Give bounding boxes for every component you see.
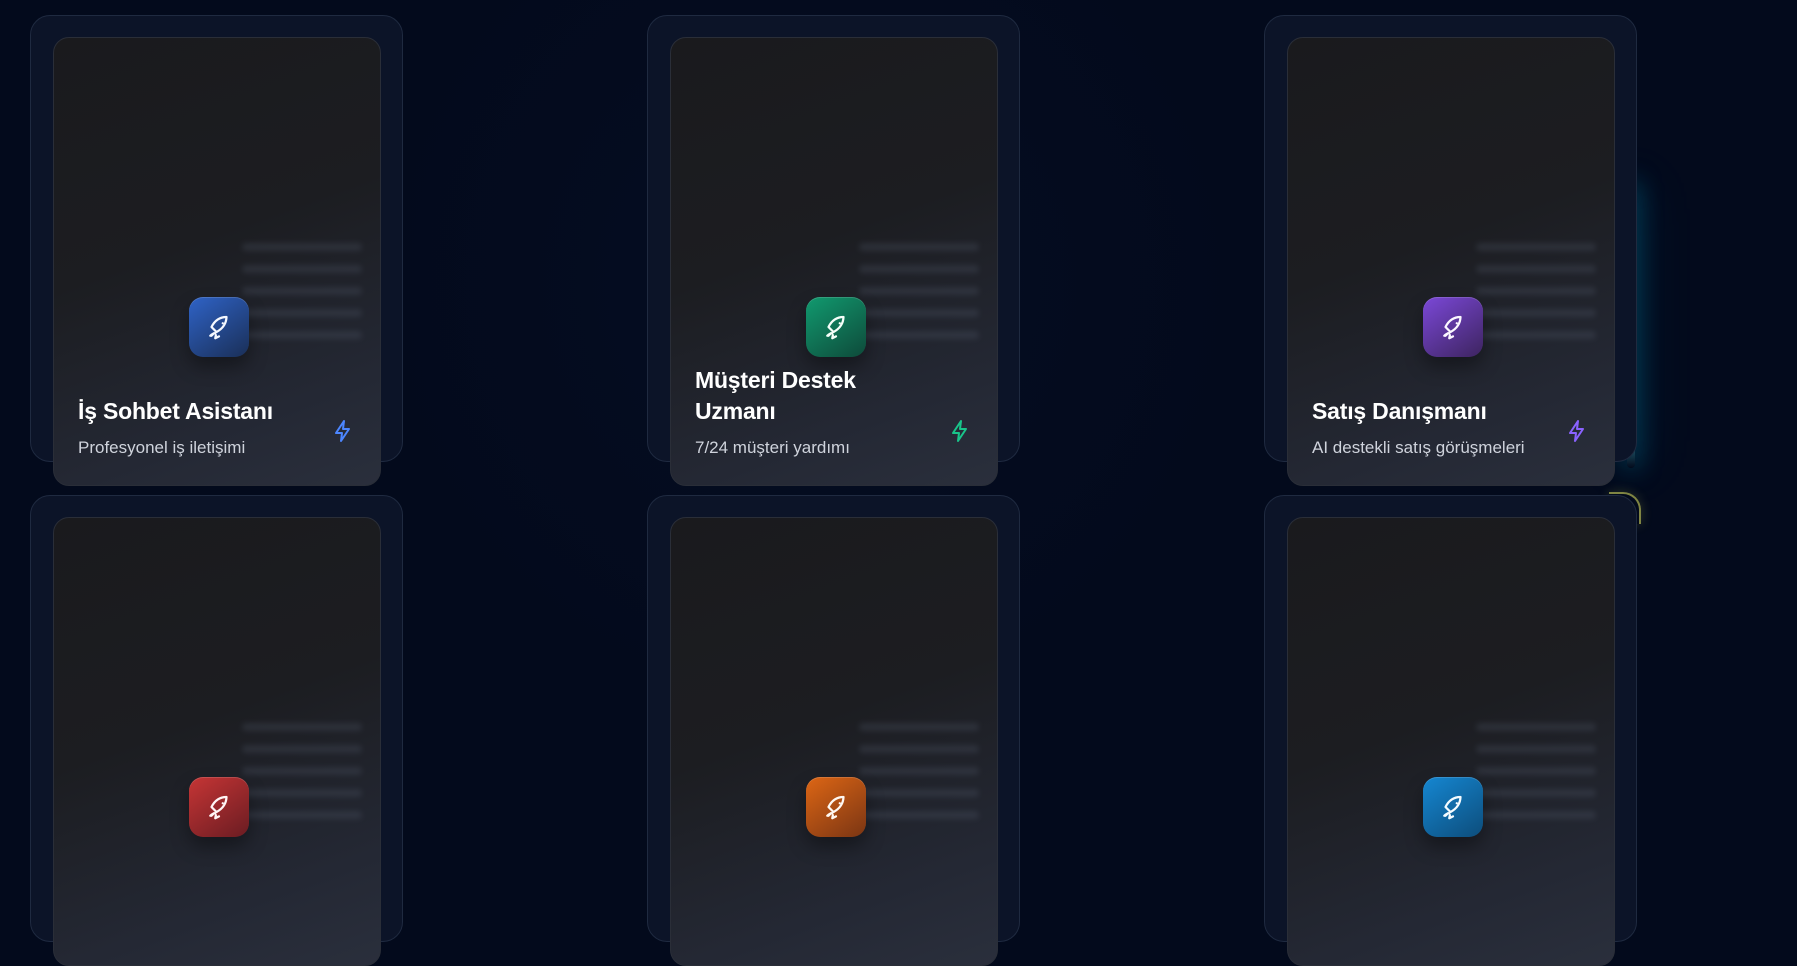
card-front-panel[interactable] — [53, 517, 381, 966]
rocket-icon-button — [1423, 297, 1483, 357]
rocket-icon — [826, 315, 845, 340]
zap-icon — [335, 420, 350, 442]
rocket-icon-button — [189, 777, 249, 837]
rocket-icon-button — [806, 297, 866, 357]
rocket-icon — [209, 315, 228, 340]
rocket-icon — [826, 795, 845, 820]
card-blue-rocket[interactable] — [1264, 495, 1637, 966]
card-is-sohbet-asistani[interactable]: İş Sohbet Asistanı Profesyonel iş iletiş… — [30, 15, 403, 486]
blurred-preview — [242, 723, 362, 838]
card-front-panel[interactable] — [1287, 517, 1615, 966]
blurred-preview — [1476, 723, 1596, 838]
card-musteri-destek-uzmani[interactable]: Müşteri Destek Uzmanı 7/24 müşteri yardı… — [647, 15, 1020, 486]
card-subtitle: AI destekli satış görüşmeleri — [1312, 438, 1525, 457]
card-satis-danismani[interactable]: Satış Danışmanı AI destekli satış görüşm… — [1264, 15, 1637, 486]
blurred-preview — [859, 243, 979, 358]
rocket-icon — [1443, 795, 1462, 820]
card-title: Müşteri Destek Uzmanı — [695, 367, 856, 424]
blurred-preview — [1476, 243, 1596, 358]
rocket-icon — [1443, 315, 1462, 340]
zap-icon — [1569, 420, 1584, 442]
lightning-icon[interactable] — [1565, 419, 1589, 443]
rocket-icon — [209, 795, 228, 820]
rocket-icon-button — [806, 777, 866, 837]
zap-icon — [952, 420, 967, 442]
card-front-panel[interactable]: Satış Danışmanı AI destekli satış görüşm… — [1287, 37, 1615, 486]
card-subtitle: 7/24 müşteri yardımı — [695, 438, 850, 457]
card-front-panel[interactable]: İş Sohbet Asistanı Profesyonel iş iletiş… — [53, 37, 381, 486]
lightning-icon[interactable] — [948, 419, 972, 443]
card-title: Satış Danışmanı — [1312, 398, 1487, 424]
card-orange-rocket[interactable] — [647, 495, 1020, 966]
blurred-preview — [242, 243, 362, 358]
page-background: İş Sohbet Asistanı Profesyonel iş iletiş… — [0, 0, 1797, 966]
card-front-panel[interactable] — [670, 517, 998, 966]
card-red-rocket[interactable] — [30, 495, 403, 966]
rocket-icon-button — [1423, 777, 1483, 837]
card-front-panel[interactable]: Müşteri Destek Uzmanı 7/24 müşteri yardı… — [670, 37, 998, 486]
card-subtitle: Profesyonel iş iletişimi — [78, 438, 246, 457]
card-title: İş Sohbet Asistanı — [78, 398, 273, 424]
rocket-icon-button — [189, 297, 249, 357]
lightning-icon[interactable] — [331, 419, 355, 443]
blurred-preview — [859, 723, 979, 838]
